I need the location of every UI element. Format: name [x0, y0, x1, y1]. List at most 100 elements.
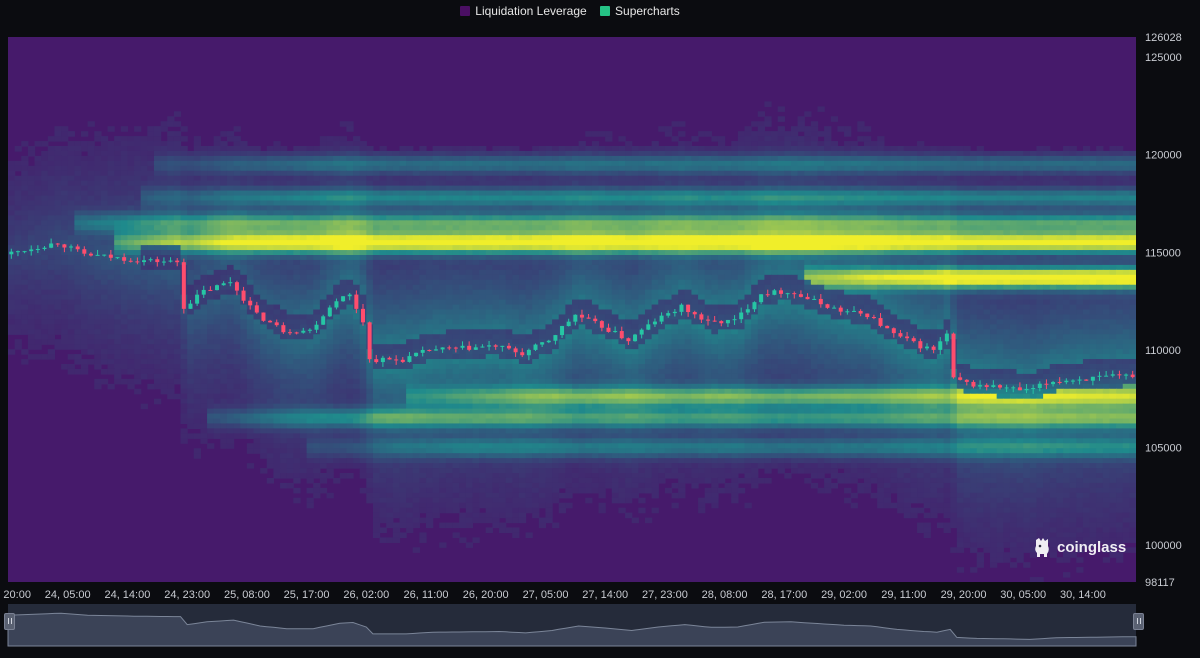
heatmap-cell	[850, 274, 858, 281]
heatmap-cell	[611, 220, 620, 226]
heatmap-cell	[273, 141, 281, 147]
heatmap-cell	[744, 195, 752, 202]
heatmap-cell	[319, 160, 328, 167]
heatmap-cell	[200, 155, 208, 162]
heatmap-cell	[1036, 210, 1044, 216]
heatmap-cell	[8, 200, 16, 207]
heatmap-cell	[1063, 160, 1071, 167]
heatmap-cell	[910, 255, 918, 261]
heatmap-cell	[492, 279, 500, 286]
heatmap-cell	[996, 245, 1004, 251]
heatmap-cell	[147, 230, 155, 236]
heatmap-cell	[983, 240, 991, 246]
heatmap-cell	[1003, 180, 1011, 187]
heatmap-cell	[532, 195, 540, 202]
heatmap-cell	[532, 274, 540, 281]
heatmap-cell	[147, 210, 155, 216]
liquidation-heatmap-chart[interactable]: 9811710000010500011000011500012000012500…	[0, 0, 1200, 658]
heatmap-cell	[578, 170, 586, 177]
heatmap-cell	[757, 250, 766, 256]
heatmap-cell	[465, 245, 474, 251]
heatmap-cell	[233, 175, 241, 182]
heatmap-cell	[34, 180, 42, 187]
heatmap-cell	[664, 230, 673, 236]
heatmap-cell	[830, 190, 839, 197]
heatmap-cell	[784, 141, 792, 147]
heatmap-cell	[870, 255, 878, 261]
heatmap-cell	[538, 220, 547, 226]
heatmap-cell	[1102, 165, 1111, 172]
heatmap-cell	[890, 279, 898, 286]
heatmap-cell	[910, 200, 918, 207]
heatmap-cell	[698, 155, 706, 162]
heatmap-cell	[1069, 160, 1077, 167]
heatmap-cell	[618, 250, 626, 256]
heatmap-cell	[353, 146, 361, 152]
heatmap-cell	[107, 245, 115, 251]
heatmap-cell	[837, 220, 845, 226]
heatmap-cell	[353, 269, 361, 276]
heatmap-cell	[824, 274, 832, 281]
heatmap-cell	[61, 155, 69, 162]
heatmap-cell	[618, 160, 626, 167]
heatmap-cell	[1036, 245, 1044, 251]
heatmap-cell	[193, 220, 202, 226]
heatmap-cell	[870, 235, 878, 241]
heatmap-cell	[472, 190, 480, 197]
heatmap-cell	[207, 250, 215, 256]
heatmap-cell	[339, 220, 347, 226]
heatmap-cell	[525, 195, 533, 202]
heatmap-cell	[930, 165, 938, 172]
heatmap-cell	[319, 155, 328, 162]
heatmap-cell	[724, 279, 732, 286]
heatmap-cell	[572, 269, 580, 276]
heatmap-cell	[280, 259, 288, 266]
heatmap-cell	[200, 205, 208, 211]
heatmap-cell	[1023, 274, 1031, 281]
heatmap-cell	[173, 150, 182, 157]
heatmap-cell	[790, 185, 799, 192]
heatmap-cell	[863, 160, 872, 167]
heatmap-cell	[359, 160, 367, 167]
heatmap-cell	[585, 185, 593, 192]
heatmap-cell	[193, 170, 202, 177]
heatmap-cell	[1109, 279, 1117, 286]
heatmap-cell	[1049, 180, 1057, 187]
heatmap-cell	[704, 200, 712, 207]
heatmap-cell	[379, 150, 387, 157]
heatmap-cell	[306, 185, 314, 192]
heatmap-cell	[757, 165, 766, 172]
heatmap-cell	[372, 160, 381, 167]
heatmap-cell	[1016, 185, 1024, 192]
heatmap-cell	[34, 210, 42, 216]
heatmap-cell	[863, 259, 872, 266]
heatmap-cell	[1036, 195, 1044, 202]
heatmap-cell	[140, 180, 148, 187]
heatmap-cell	[897, 240, 905, 246]
heatmap-cell	[1082, 235, 1091, 241]
heatmap-cell	[950, 255, 958, 261]
heatmap-cell	[120, 220, 129, 226]
heatmap-cell	[485, 200, 493, 207]
heatmap-cell	[207, 175, 215, 182]
heatmap-cell	[479, 180, 487, 187]
heatmap-cell	[1056, 259, 1064, 266]
heatmap-cell	[87, 284, 95, 291]
heatmap-cell	[386, 259, 394, 266]
heatmap-cell	[877, 136, 885, 142]
heatmap-cell	[27, 180, 36, 187]
heatmap-cell	[240, 180, 248, 187]
heatmap-cell	[976, 274, 984, 281]
heatmap-cell	[850, 205, 858, 211]
heatmap-cell	[286, 160, 294, 167]
heatmap-cell	[558, 200, 566, 207]
heatmap-cell	[114, 205, 122, 211]
heatmap-cell	[353, 210, 361, 216]
heatmap-cell	[1063, 155, 1071, 162]
heatmap-cell	[797, 146, 805, 152]
heatmap-cell	[897, 155, 905, 162]
heatmap-cell	[34, 141, 42, 147]
heatmap-cell	[127, 136, 135, 142]
heatmap-cell	[863, 136, 872, 142]
heatmap-cell	[8, 274, 16, 281]
